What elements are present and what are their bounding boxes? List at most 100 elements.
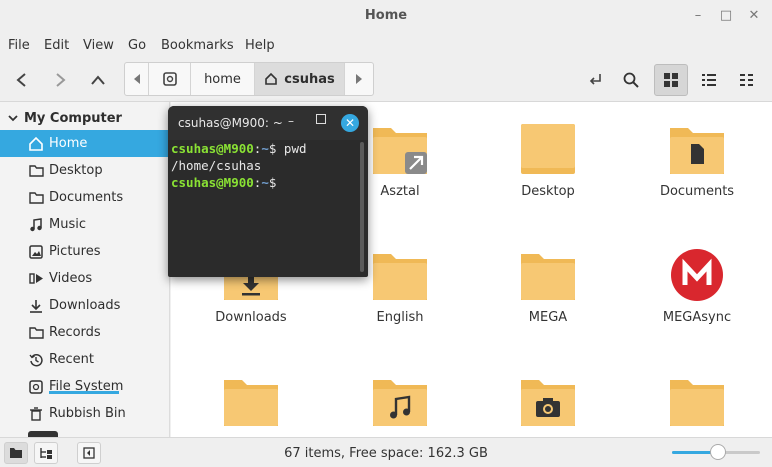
picture-icon — [28, 244, 44, 260]
up-icon — [91, 75, 105, 85]
maximize-button[interactable]: □ — [716, 6, 736, 26]
sidebar-item-videos[interactable]: Videos — [0, 265, 169, 292]
sidebar-item-label: Videos — [49, 271, 93, 286]
sidebar-item-music[interactable]: Music — [0, 211, 169, 238]
menu-edit[interactable]: Edit — [44, 38, 69, 53]
sidebar-item-label: Records — [49, 325, 101, 340]
triangle-right-icon — [356, 74, 362, 84]
folder-icon — [28, 325, 44, 341]
terminal-close-button[interactable]: ✕ — [341, 114, 359, 132]
up-button[interactable] — [84, 66, 112, 94]
file-item-music[interactable] — [335, 374, 465, 428]
menu-bookmarks[interactable]: Bookmarks — [161, 38, 234, 53]
terminal-line: /home/csuhas — [171, 158, 262, 173]
menu-bar: File Edit View Go Bookmarks Help — [0, 32, 772, 58]
triangle-left-icon — [133, 74, 140, 84]
sidebar-item-label: Rubbish Bin — [49, 406, 126, 421]
terminal-window[interactable]: csuhas@M900: ~ – ✕ csuhas@M900:~$ pwd /h… — [168, 106, 368, 277]
path-scroll-right[interactable] — [345, 63, 373, 95]
file-item-documents[interactable]: Documents — [632, 122, 762, 199]
location-bar: home csuhas — [124, 62, 374, 96]
file-item-megasync[interactable]: MEGAsync — [632, 248, 762, 325]
sidebar-item-pictures[interactable]: Pictures — [0, 238, 169, 265]
sidebar-item-label: Desktop — [49, 163, 103, 178]
music-folder-icon — [373, 380, 427, 426]
list-icon — [702, 74, 716, 86]
title-bar: Home – □ ✕ — [0, 0, 772, 32]
folder-icon — [28, 163, 44, 179]
terminal-output[interactable]: csuhas@M900:~$ pwd /home/csuhas csuhas@M… — [171, 140, 361, 191]
home-icon — [265, 72, 278, 85]
compact-view-button[interactable] — [730, 64, 764, 96]
close-button[interactable]: ✕ — [744, 6, 764, 26]
home-icon — [28, 136, 44, 152]
search-button[interactable] — [614, 64, 648, 96]
compact-list-icon — [740, 74, 753, 86]
download-icon — [28, 298, 44, 314]
search-icon — [623, 72, 639, 88]
file-label: Downloads — [215, 310, 287, 325]
list-view-button[interactable] — [692, 64, 726, 96]
location-toggle-icon — [162, 72, 177, 86]
sidebar-item-label: Home — [49, 136, 88, 151]
sidebar-item-rubbish-bin[interactable]: Rubbish Bin — [0, 400, 169, 427]
sidebar-item-downloads[interactable]: Downloads — [0, 292, 169, 319]
section-label: My Computer — [24, 110, 122, 126]
forward-icon — [56, 73, 66, 87]
menu-go[interactable]: Go — [128, 38, 146, 53]
icon-view-button[interactable] — [654, 64, 688, 96]
sidebar-item-label: Pictures — [49, 244, 101, 259]
sidebar-item-records[interactable]: Records — [0, 319, 169, 346]
crumb-csuhas[interactable]: csuhas — [255, 63, 345, 95]
sidebar-item-desktop[interactable]: Desktop — [0, 157, 169, 184]
file-item[interactable] — [632, 374, 762, 428]
menu-file[interactable]: File — [8, 38, 30, 53]
trash-icon — [28, 406, 44, 422]
file-item-mega[interactable]: MEGA — [483, 248, 613, 325]
terminal-minimize-button[interactable]: – — [288, 114, 294, 128]
terminal-title-bar[interactable]: csuhas@M900: ~ – ✕ — [168, 106, 368, 140]
terminal-scrollbar[interactable] — [360, 142, 364, 272]
document-icon — [28, 190, 44, 206]
sidebar-item-recent[interactable]: Recent — [0, 346, 169, 373]
file-label: Desktop — [521, 184, 575, 199]
terminal-line: csuhas@M900:~$ pwd — [171, 141, 307, 156]
crumb-label: csuhas — [284, 71, 335, 87]
file-item[interactable] — [186, 374, 316, 428]
folder-icon — [521, 254, 575, 300]
path-scroll-left[interactable] — [125, 63, 149, 95]
file-item-desktop[interactable]: Desktop — [483, 122, 613, 199]
forward-button[interactable] — [46, 66, 74, 94]
sidebar-item-label: Documents — [49, 190, 124, 205]
toggle-location-button[interactable] — [149, 63, 191, 95]
terminal-command: pwd — [276, 141, 307, 156]
return-arrow-icon — [589, 74, 601, 85]
sidebar-item-home[interactable]: Home — [0, 130, 169, 157]
back-button[interactable] — [8, 66, 36, 94]
grid-icon — [664, 73, 678, 87]
terminal-line: csuhas@M900:~$ — [171, 175, 277, 190]
file-item-pictures[interactable] — [483, 374, 613, 428]
folder-icon — [224, 380, 278, 426]
sidebar-section-header[interactable]: My Computer — [8, 107, 122, 129]
sidebar-item-label: Music — [49, 217, 86, 232]
sidebar-item-file-system[interactable]: File System — [0, 373, 169, 400]
menu-help[interactable]: Help — [245, 38, 275, 53]
chevron-down-icon — [8, 115, 18, 122]
menu-view[interactable]: View — [83, 38, 114, 53]
recent-icon — [28, 352, 44, 368]
crumb-label: home — [204, 71, 241, 87]
file-label: Documents — [659, 184, 735, 199]
terminal-prompt: csuhas@M900 — [171, 141, 254, 156]
terminal-path: ~ — [261, 141, 269, 156]
sidebar-item-documents[interactable]: Documents — [0, 184, 169, 211]
drive-icon — [28, 379, 44, 395]
folder-icon — [670, 380, 724, 426]
terminal-maximize-button[interactable] — [316, 114, 326, 124]
folder-link-icon — [373, 128, 427, 174]
zoom-slider-knob[interactable] — [709, 444, 726, 460]
crumb-home[interactable]: home — [191, 63, 255, 95]
minimize-button[interactable]: – — [688, 6, 708, 26]
folder-icon — [373, 254, 427, 300]
toggle-location-entry-button[interactable] — [578, 64, 612, 96]
